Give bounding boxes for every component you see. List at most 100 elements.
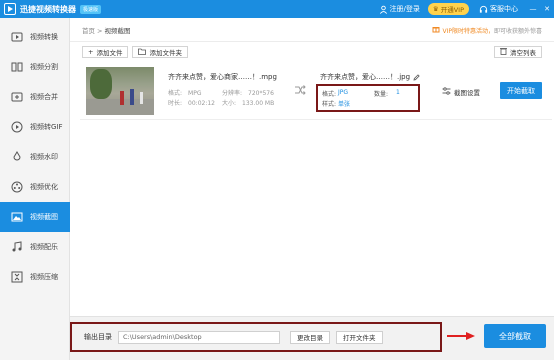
sidebar-item-label: 视频配乐 [30,243,58,251]
breadcrumb-separator: > [97,26,103,35]
breadcrumb-bar: 首页 > 视频截图 VIP限时特惠活动， 即可收获额外惊喜 [70,18,554,42]
add-folder-button[interactable]: 添加文件夹 [132,46,188,58]
resolution-label: 分辨率: [222,90,243,97]
start-capture-button[interactable]: 开始截取 [500,82,542,99]
merge-icon [10,90,24,104]
vip-label: 开通VIP [440,6,464,14]
mode-value[interactable]: 单张 [338,99,350,108]
sidebar-item-label: 视频截图 [30,213,58,221]
sidebar-item-label: 视频转换 [30,33,58,41]
user-icon [379,5,387,14]
notice-text: VIP限时特惠活动， [442,27,494,35]
edit-pencil-icon[interactable] [413,73,420,81]
service-center-link[interactable]: 客服中心 [479,4,518,14]
resolution-value: 720*576 [248,90,274,97]
settings-label: 截图设置 [454,89,480,97]
source-duration: 时长: 00:02:12 [168,98,215,107]
login-label: 注册/登录 [389,5,420,13]
sidebar-item-convert[interactable]: 视频转换 [0,22,70,52]
source-resolution: 分辨率: 720*576 [222,88,274,97]
count-value: 1 [396,89,400,96]
plus-icon: + [88,48,94,56]
sidebar-item-gif[interactable]: 视频转GIF [0,112,70,142]
breadcrumb: 首页 > 视频截图 [82,25,130,35]
output-settings-highlight: 格式: JPG 数量: 1 样式: 单张 [316,84,420,112]
music-icon [10,240,24,254]
optimize-icon [10,180,24,194]
open-folder-button[interactable]: 打开文件夹 [336,330,383,344]
sidebar-item-label: 视频优化 [30,183,58,191]
sidebar-item-optimize[interactable]: 视频优化 [0,172,70,202]
convert-icon [10,30,24,44]
add-file-label: 添加文件 [96,49,123,57]
source-format: 格式: MPG [168,88,201,97]
sidebar-item-label: 视频压缩 [30,273,58,281]
close-button[interactable]: ✕ [540,0,554,18]
duration-value: 00:02:12 [188,100,215,107]
gif-icon [10,120,24,134]
clear-list-label: 清空列表 [510,49,536,57]
headset-icon [479,5,488,13]
vip-button[interactable]: ♛ 开通VIP [427,3,469,15]
sidebar-item-label: 视频分割 [30,63,58,71]
change-dir-button[interactable]: 更改目录 [290,330,330,344]
sidebar-item-label: 视频合并 [30,93,58,101]
format-label: 格式: [168,90,183,97]
file-toolbar: + 添加文件 添加文件夹 清空列表 [70,42,554,62]
convert-arrows-icon [295,85,306,95]
size-label: 大小: [222,100,237,107]
sidebar-item-merge[interactable]: 视频合并 [0,82,70,112]
add-file-button[interactable]: + 添加文件 [82,46,129,58]
capture-all-button[interactable]: 全部截取 [484,324,546,348]
promo-notice[interactable]: VIP限时特惠活动， 即可收获额外惊喜 [432,25,542,35]
sidebar-item-screenshot[interactable]: 视频截图 [0,202,70,232]
gift-icon [432,25,440,35]
breadcrumb-home[interactable]: 首页 [82,27,95,35]
clear-list-button[interactable]: 清空列表 [494,46,542,58]
output-dir-label: 输出目录 [84,333,112,341]
service-label: 客服中心 [490,5,518,13]
add-folder-label: 添加文件夹 [149,49,182,57]
screenshot-icon [10,210,24,224]
folder-icon [138,48,147,57]
edition-badge: 极速版 [80,4,102,14]
crown-icon: ♛ [432,5,439,13]
settings-icon [442,87,451,97]
output-directory-highlight: 输出目录 C:\Users\admin\Desktop 更改目录 打开文件夹 [70,322,442,352]
source-size: 大小: 133.00 MB [222,98,274,107]
breadcrumb-current: 视频截图 [104,26,131,35]
minimize-button[interactable]: — [526,0,540,18]
notice-link[interactable]: 即可收获额外惊喜 [494,26,542,35]
sidebar-item-watermark[interactable]: 视频水印 [0,142,70,172]
duration-label: 时长: [168,100,183,107]
sidebar-item-compress[interactable]: 视频压缩 [0,262,70,292]
app-logo-icon [4,3,16,15]
file-row[interactable]: 齐齐来点赞，爱心商家……！.mpg 格式: MPG 分辨率: 720*576 时长:… [80,62,552,120]
count-label: 数量: [374,91,389,98]
screenshot-settings-button[interactable]: 截图设置 [442,87,480,97]
out-format-value: JPG [338,89,349,96]
sidebar-item-music[interactable]: 视频配乐 [0,232,70,262]
sidebar: 视频转换 视频分割 视频合并 视频转GIF 视频水印 视频优化 视频截图 视频配… [0,18,70,360]
output-file-name: 齐齐来点赞，爱心……！.jpg [320,72,420,82]
source-file-name: 齐齐来点赞，爱心商家……！.mpg [168,73,277,81]
sidebar-item-label: 视频转GIF [30,123,63,131]
watermark-icon [10,150,24,164]
size-value: 133.00 MB [242,100,275,107]
compress-icon [10,270,24,284]
out-format-label: 格式: [322,91,337,98]
split-icon [10,60,24,74]
sidebar-item-split[interactable]: 视频分割 [0,52,70,82]
output-file-name-text: 齐齐来点赞，爱心……！.jpg [320,73,411,81]
sidebar-item-label: 视频水印 [30,153,58,161]
red-arrow-icon [447,332,475,340]
mode-label: 样式: [322,101,337,108]
output-dir-field[interactable]: C:\Users\admin\Desktop [118,330,280,344]
bottom-bar: 输出目录 C:\Users\admin\Desktop 更改目录 打开文件夹 全… [70,316,554,360]
format-value: MPG [188,90,202,97]
trash-icon [500,47,507,57]
video-thumbnail [86,67,154,115]
login-link[interactable]: 注册/登录 [379,4,420,14]
app-title: 迅捷视频转换器 [20,4,76,14]
title-bar: 迅捷视频转换器 极速版 注册/登录 ♛ 开通VIP 客服中心 — ✕ [0,0,554,18]
